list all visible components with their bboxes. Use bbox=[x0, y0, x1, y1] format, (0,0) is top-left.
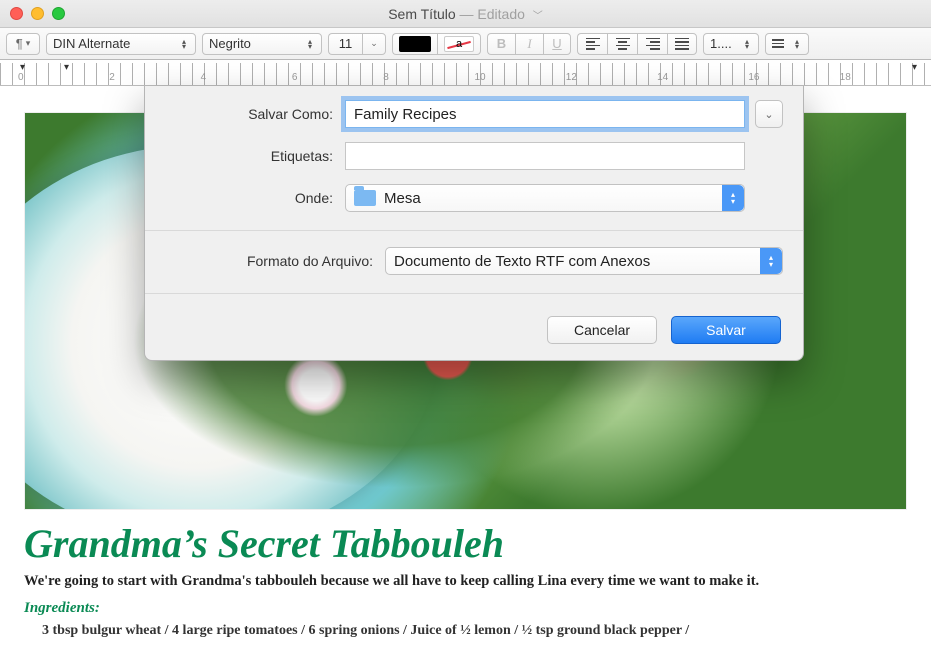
stepper-arrows-icon: ▴▾ bbox=[742, 39, 752, 49]
save-as-input[interactable] bbox=[345, 100, 745, 128]
ingredients-label: Ingredients: bbox=[24, 600, 907, 617]
align-right-icon bbox=[646, 38, 660, 50]
save-dialog: Salvar Como: ⌄ Etiquetas: Onde: Mesa ▴▾ … bbox=[144, 86, 804, 361]
list-style-select[interactable]: ▴▾ bbox=[765, 33, 809, 55]
cancel-button[interactable]: Cancelar bbox=[547, 316, 657, 344]
italic-button[interactable]: I bbox=[515, 33, 543, 55]
color-group bbox=[392, 33, 481, 55]
ruler-numbers: 0 2 4 6 8 10 12 14 16 18 bbox=[0, 72, 931, 83]
formatting-toolbar: ¶ ▾ DIN Alternate ▴▾ Negrito ▴▾ 11 ⌄ B I… bbox=[0, 28, 931, 60]
where-value: Mesa bbox=[384, 190, 421, 207]
file-format-label: Formato do Arquivo: bbox=[165, 253, 385, 269]
stepper-arrows-icon: ▴▾ bbox=[792, 39, 802, 49]
zoom-window-button[interactable] bbox=[52, 7, 65, 20]
font-size-stepper[interactable]: ⌄ bbox=[362, 33, 386, 55]
font-style-value: Negrito bbox=[209, 36, 251, 51]
underline-button[interactable]: U bbox=[543, 33, 571, 55]
file-format-value: Documento de Texto RTF com Anexos bbox=[394, 253, 650, 270]
highlight-swatch-icon bbox=[444, 36, 474, 52]
ingredients-line: 3 tbsp bulgur wheat / 4 large ripe tomat… bbox=[24, 623, 907, 639]
save-as-label: Salvar Como: bbox=[165, 106, 345, 122]
tab-marker-right[interactable]: ▾ bbox=[912, 62, 917, 73]
tab-marker-left[interactable]: ▾ bbox=[20, 62, 25, 73]
stepper-arrows-icon: ▴▾ bbox=[305, 39, 315, 49]
dialog-separator bbox=[145, 230, 803, 231]
chevron-down-icon: ▾ bbox=[26, 38, 31, 49]
text-color-button[interactable] bbox=[392, 33, 437, 55]
tags-input[interactable] bbox=[345, 142, 745, 170]
align-left-icon bbox=[586, 38, 600, 50]
font-size-field[interactable]: 11 bbox=[328, 33, 362, 55]
file-format-select[interactable]: Documento de Texto RTF com Anexos ▴▾ bbox=[385, 247, 783, 275]
titlebar: Sem Título — Editado ﹀ bbox=[0, 0, 931, 28]
stepper-arrows-icon: ▴▾ bbox=[179, 39, 189, 49]
save-button[interactable]: Salvar bbox=[671, 316, 781, 344]
recipe-intro: We're going to start with Grandma's tabb… bbox=[24, 573, 907, 590]
pilcrow-icon: ¶ bbox=[16, 36, 23, 51]
tags-label: Etiquetas: bbox=[165, 148, 345, 164]
where-label: Onde: bbox=[165, 190, 345, 206]
bold-button[interactable]: B bbox=[487, 33, 515, 55]
font-family-value: DIN Alternate bbox=[53, 36, 130, 51]
align-justify-button[interactable] bbox=[667, 33, 697, 55]
dialog-separator bbox=[145, 293, 803, 294]
paragraph-style-button[interactable]: ¶ ▾ bbox=[6, 33, 40, 55]
tab-marker[interactable]: ▾ bbox=[64, 62, 69, 73]
text-color-swatch bbox=[399, 36, 431, 52]
align-center-icon bbox=[616, 38, 630, 50]
line-spacing-value: 1.... bbox=[710, 36, 732, 51]
title-suffix: Editado bbox=[477, 6, 524, 22]
folder-icon bbox=[354, 190, 376, 206]
align-justify-icon bbox=[675, 38, 689, 50]
ruler[interactable]: 0 2 4 6 8 10 12 14 16 18 ▾ ▾ ▾ bbox=[0, 60, 931, 86]
window-title: Sem Título — Editado ﹀ bbox=[388, 6, 543, 22]
list-icon bbox=[772, 39, 784, 48]
font-size-group: 11 ⌄ bbox=[328, 33, 386, 55]
highlight-color-button[interactable] bbox=[437, 33, 481, 55]
text-style-group: B I U bbox=[487, 33, 571, 55]
align-right-button[interactable] bbox=[637, 33, 667, 55]
where-select[interactable]: Mesa ▴▾ bbox=[345, 184, 745, 212]
window-controls bbox=[10, 7, 65, 20]
recipe-title: Grandma’s Secret Tabbouleh bbox=[24, 520, 907, 567]
line-spacing-select[interactable]: 1.... ▴▾ bbox=[703, 33, 759, 55]
alignment-group bbox=[577, 33, 697, 55]
font-size-value: 11 bbox=[339, 36, 353, 51]
align-center-button[interactable] bbox=[607, 33, 637, 55]
minimize-window-button[interactable] bbox=[31, 7, 44, 20]
chevron-down-icon: ⌄ bbox=[370, 38, 378, 49]
font-style-select[interactable]: Negrito ▴▾ bbox=[202, 33, 322, 55]
select-arrows-icon: ▴▾ bbox=[760, 248, 782, 274]
select-arrows-icon: ▴▾ bbox=[722, 185, 744, 211]
close-window-button[interactable] bbox=[10, 7, 23, 20]
chevron-down-icon: ⌄ bbox=[764, 108, 773, 121]
expand-dialog-button[interactable]: ⌄ bbox=[755, 100, 783, 128]
font-family-select[interactable]: DIN Alternate ▴▾ bbox=[46, 33, 196, 55]
title-chevron-icon[interactable]: ﹀ bbox=[533, 11, 543, 22]
align-left-button[interactable] bbox=[577, 33, 607, 55]
title-main: Sem Título bbox=[388, 6, 455, 22]
